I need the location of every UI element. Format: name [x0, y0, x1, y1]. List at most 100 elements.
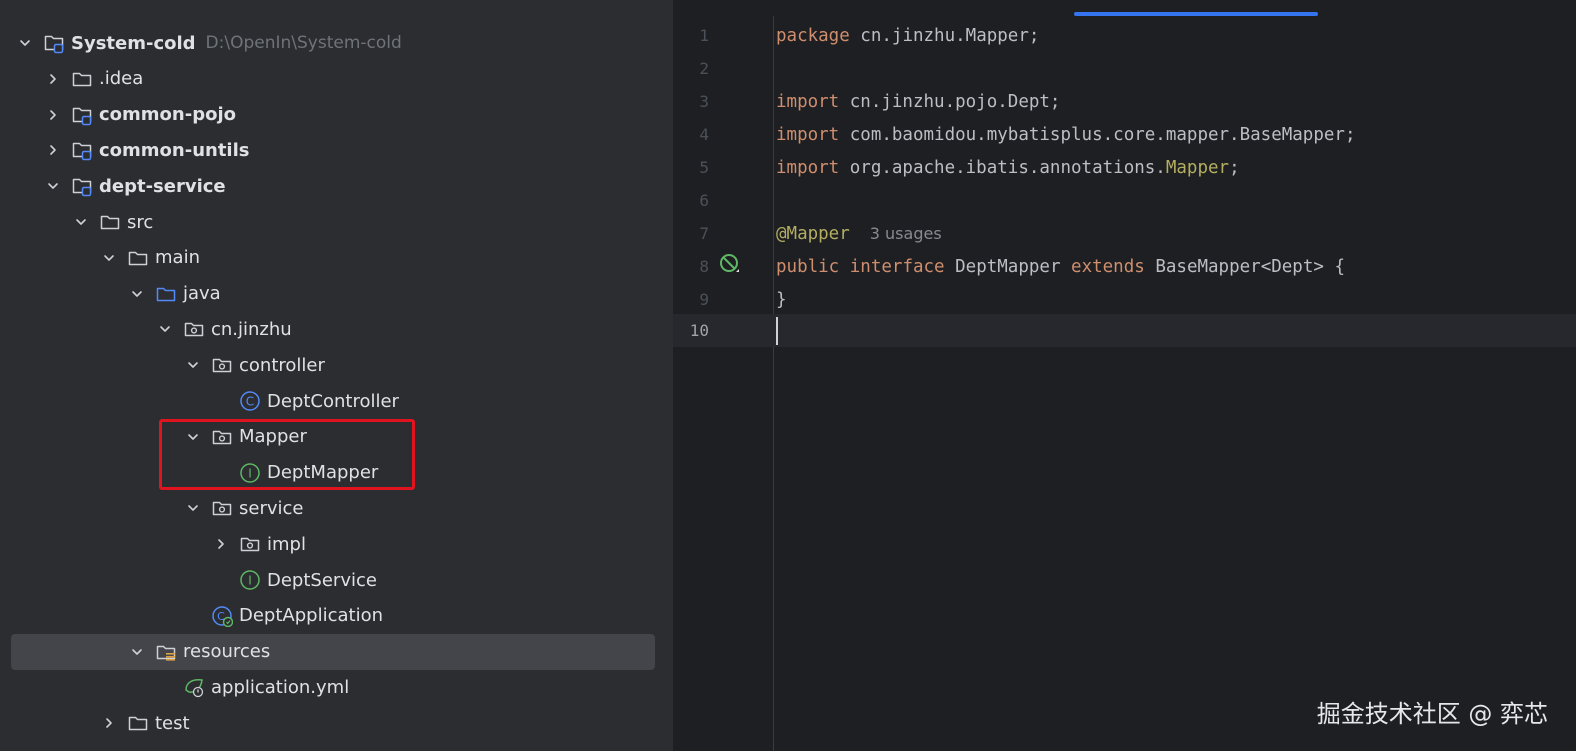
tree-node[interactable]: controller — [0, 347, 673, 383]
class-icon: C — [239, 390, 261, 412]
package-icon — [183, 318, 205, 340]
tree-node[interactable]: common-untils — [0, 132, 673, 168]
tree-node[interactable]: java — [0, 276, 673, 312]
line-number: 5 — [699, 158, 709, 177]
code-text: cn.jinzhu.pojo.Dept; — [839, 91, 1061, 112]
code-text: com.baomidou.mybatisplus.core.mapper.Bas… — [839, 124, 1356, 145]
tree-node[interactable]: application.yml — [0, 669, 673, 705]
tree-node-label: service — [239, 497, 304, 519]
code-text: BaseMapper<Dept> { — [1144, 256, 1345, 277]
chevron-right-icon[interactable] — [43, 140, 63, 160]
code-line[interactable]: 3 import cn.jinzhu.pojo.Dept; — [673, 85, 1576, 118]
tree-node-label: application.yml — [211, 676, 350, 698]
code-editor[interactable]: 1 package cn.jinzhu.Mapper; 2 3 import c… — [673, 0, 1576, 751]
code-text: DeptMapper — [944, 256, 1072, 277]
chevron-down-icon[interactable] — [127, 642, 147, 662]
chevron-down-icon[interactable] — [71, 212, 91, 232]
keyword: extends — [1071, 256, 1145, 277]
tree-node[interactable]: C DeptController — [0, 383, 673, 419]
chevron-right-icon[interactable] — [99, 713, 119, 733]
folder-icon — [127, 247, 149, 269]
line-number: 8 — [699, 257, 709, 276]
no-implementation-gutter-icon[interactable] — [719, 253, 741, 279]
line-number: 9 — [699, 290, 709, 309]
current-code-line[interactable]: 10 — [673, 314, 1576, 347]
line-number: 7 — [699, 224, 709, 243]
keyword: import — [776, 91, 840, 112]
package-icon — [211, 354, 233, 376]
tree-node-label: src — [127, 211, 154, 233]
module-folder-icon — [71, 139, 93, 161]
watermark: 掘金技术社区 @ 弈芯 — [1316, 700, 1548, 728]
code-line[interactable]: 8 public interface DeptMapper extends Ba… — [673, 250, 1576, 283]
keyword: interface — [849, 256, 945, 277]
keyword: public — [776, 256, 840, 277]
line-number: 4 — [699, 125, 709, 144]
module-folder-icon — [71, 104, 93, 126]
tree-node-label: DeptApplication — [239, 605, 383, 627]
tree-node-label: DeptController — [267, 390, 399, 412]
code-line[interactable]: 5 import org.apache.ibatis.annotations.M… — [673, 151, 1576, 184]
chevron-down-icon[interactable] — [15, 33, 35, 53]
tree-node-label: dept-service — [99, 175, 226, 197]
annotation-ref[interactable]: Mapper — [1166, 158, 1229, 178]
chevron-down-icon[interactable] — [99, 248, 119, 268]
chevron-down-icon[interactable] — [155, 319, 175, 339]
code-text: cn.jinzhu.Mapper; — [849, 25, 1040, 46]
tree-node-label: controller — [239, 354, 325, 376]
tree-node[interactable]: dept-service — [0, 168, 673, 204]
chevron-down-icon[interactable] — [183, 355, 203, 375]
chevron-down-icon[interactable] — [127, 284, 147, 304]
tree-node[interactable]: main — [0, 240, 673, 276]
tree-node[interactable]: service — [0, 490, 673, 526]
interface-icon: I — [239, 569, 261, 591]
annotation: @Mapper — [776, 223, 850, 244]
line-number: 10 — [689, 321, 709, 340]
project-path: D:\OpenIn\System-cold — [205, 33, 402, 53]
tree-node-label: resources — [183, 641, 271, 663]
usages-inlay-hint[interactable]: 3 usages — [870, 224, 942, 243]
tree-node[interactable]: System-cold D:\OpenIn\System-cold — [0, 25, 673, 61]
tree-node-label: main — [155, 247, 200, 269]
tree-node[interactable]: .idea — [0, 61, 673, 97]
tree-node[interactable]: I DeptService — [0, 562, 673, 598]
keyword: import — [776, 157, 840, 178]
tree-node[interactable]: src — [0, 204, 673, 240]
code-text: ; — [1229, 157, 1240, 178]
tree-node[interactable]: resources — [0, 633, 673, 670]
line-number: 6 — [699, 191, 709, 210]
code-line[interactable]: 2 — [673, 52, 1576, 85]
tree-node-label: .idea — [99, 68, 144, 90]
tree-node-label: test — [155, 712, 190, 734]
source-folder-icon — [155, 283, 177, 305]
code-line[interactable]: 7 @Mapper 3 usages — [673, 217, 1576, 250]
module-folder-icon — [71, 175, 93, 197]
tree-node[interactable]: impl — [0, 526, 673, 562]
tree-node-label: common-untils — [99, 139, 250, 161]
chevron-down-icon[interactable] — [183, 498, 203, 518]
line-number: 1 — [699, 26, 709, 45]
tree-node[interactable]: test — [0, 705, 673, 741]
tree-node[interactable]: cn.jinzhu — [0, 311, 673, 347]
svg-text:I: I — [248, 574, 252, 588]
chevron-right-icon[interactable] — [211, 534, 231, 554]
code-line[interactable]: 1 package cn.jinzhu.Mapper; — [673, 19, 1576, 52]
tree-node[interactable]: C DeptApplication — [0, 598, 673, 634]
module-folder-icon — [43, 32, 65, 54]
chevron-right-icon[interactable] — [43, 105, 63, 125]
code-line[interactable]: 9 } — [673, 283, 1576, 316]
folder-icon — [127, 712, 149, 734]
code-line[interactable]: 4 import com.baomidou.mybatisplus.core.m… — [673, 118, 1576, 151]
resources-folder-icon — [155, 641, 177, 663]
keyword: import — [776, 124, 840, 145]
chevron-right-icon[interactable] — [43, 69, 63, 89]
tree-node-label: java — [183, 283, 221, 305]
code-line[interactable]: 6 — [673, 184, 1576, 217]
tree-node-label: common-pojo — [99, 104, 236, 126]
line-number: 2 — [699, 59, 709, 78]
package-icon — [239, 533, 261, 555]
chevron-down-icon[interactable] — [43, 176, 63, 196]
tree-node-label: impl — [267, 533, 306, 555]
svg-text:C: C — [246, 395, 254, 409]
tree-node[interactable]: common-pojo — [0, 97, 673, 133]
